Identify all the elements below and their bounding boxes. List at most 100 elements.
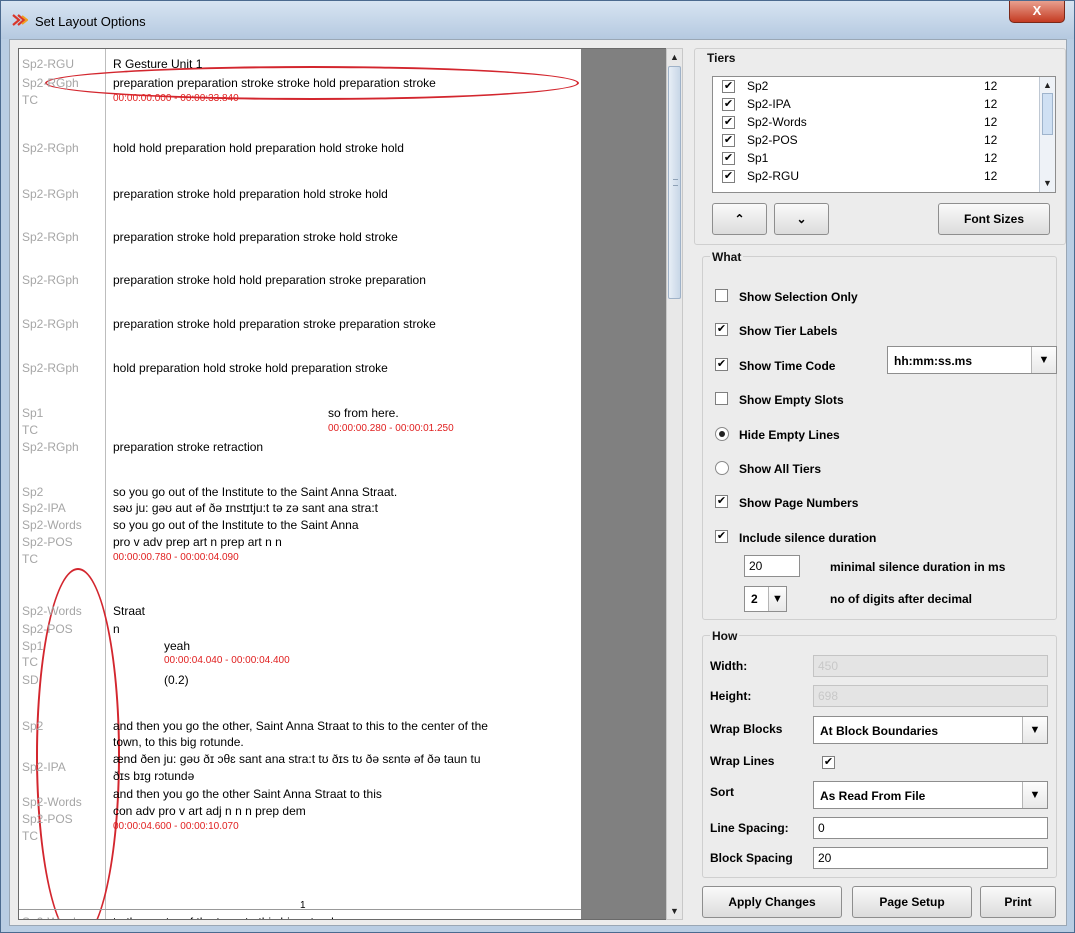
tier-row[interactable]: ✔ Sp2-POS 12 <box>716 132 1038 149</box>
preview-tier-label: Sp2-RGph <box>22 76 79 90</box>
grip-icon <box>673 179 678 186</box>
scroll-up-icon[interactable]: ▲ <box>1040 77 1055 93</box>
tier-row[interactable]: ✔ Sp2-IPA 12 <box>716 96 1038 113</box>
show-empty-slots-label: Show Empty Slots <box>739 393 844 407</box>
show-tier-labels-label: Show Tier Labels <box>739 324 838 338</box>
preview-time-code: 00:00:00.780 - 00:00:04.090 <box>113 552 239 563</box>
scroll-up-icon[interactable]: ▲ <box>667 49 682 65</box>
preview-time-code: 00:00:00.280 - 00:00:01.250 <box>328 423 454 434</box>
show-all-tiers-radio[interactable] <box>715 461 729 475</box>
preview-annotation-text: preparation preparation stroke stroke ho… <box>113 76 436 90</box>
tier-checkbox[interactable]: ✔ <box>722 134 735 147</box>
tier-name: Sp2-RGU <box>747 169 800 183</box>
wrap-lines-checkbox[interactable]: ✔ <box>822 756 835 769</box>
preview-tier-label: Sp2-RGU <box>22 57 75 71</box>
scroll-thumb[interactable] <box>1042 93 1053 135</box>
tier-name: Sp2-Words <box>747 115 807 129</box>
move-tier-up-button[interactable]: ⌃ <box>712 203 767 235</box>
sort-label: Sort <box>710 785 734 799</box>
time-format-select[interactable]: hh:mm:ss.ms ▼ <box>887 346 1057 374</box>
wrap-blocks-select[interactable]: At Block Boundaries ▼ <box>813 716 1048 744</box>
chevron-down-icon[interactable]: ▼ <box>768 587 786 611</box>
preview-tier-label: TC <box>22 829 38 843</box>
tier-row[interactable]: ✔ Sp2-RGU 12 <box>716 168 1038 185</box>
layout-preview[interactable]: 1 Sp2-RGU Sp2-RGph TC Sp2-RGph Sp2-RGph Sp2-R… <box>18 48 673 920</box>
tier-checkbox[interactable]: ✔ <box>722 170 735 183</box>
how-title: How <box>710 629 740 643</box>
show-page-numbers-checkbox[interactable]: ✔ <box>715 495 728 508</box>
chevron-down-icon[interactable]: ▼ <box>1022 717 1047 743</box>
show-tier-labels-checkbox[interactable]: ✔ <box>715 323 728 336</box>
preview-tier-label: Sp2-RGph <box>22 440 79 454</box>
sort-select[interactable]: As Read From File ▼ <box>813 781 1048 809</box>
page-number: 1 <box>300 900 306 911</box>
preview-annotation-text: so from here. <box>328 406 399 420</box>
scroll-down-icon[interactable]: ▼ <box>1040 175 1055 191</box>
move-tier-down-button[interactable]: ⌄ <box>774 203 829 235</box>
tier-row[interactable]: ✔ Sp2-Words 12 <box>716 114 1038 131</box>
preview-tier-label: SD <box>22 673 39 687</box>
time-format-value: hh:mm:ss.ms <box>894 354 973 368</box>
tier-row[interactable]: ✔ Sp1 12 <box>716 150 1038 167</box>
preview-annotation-text: pro v adv prep art n prep art n n <box>113 535 282 549</box>
tier-checkbox[interactable]: ✔ <box>722 98 735 111</box>
preview-annotation-text: preparation stroke hold preparation stro… <box>113 230 398 244</box>
preview-tier-label: Sp2-RGph <box>22 317 79 331</box>
block-spacing-input[interactable]: 20 <box>813 847 1048 869</box>
line-spacing-input[interactable]: 0 <box>813 817 1048 839</box>
preview-annotation-text: səʊ ju: ɡəʊ aut əf ðə ɪnstɪtju:t tə zə s… <box>113 501 378 515</box>
page-setup-button[interactable]: Page Setup <box>852 886 972 918</box>
digits-select[interactable]: 2 ▼ <box>744 586 787 612</box>
include-silence-checkbox[interactable]: ✔ <box>715 530 728 543</box>
preview-annotation-text: preparation stroke hold hold preparation… <box>113 273 426 287</box>
preview-annotation-text: hold hold preparation hold preparation h… <box>113 141 404 155</box>
tier-font-size: 12 <box>984 79 998 93</box>
chevron-down-icon[interactable]: ▼ <box>1031 347 1056 373</box>
chevron-down-icon[interactable]: ▼ <box>1022 782 1047 808</box>
print-button[interactable]: Print <box>980 886 1056 918</box>
tier-checkbox[interactable]: ✔ <box>722 80 735 93</box>
show-page-numbers-label: Show Page Numbers <box>739 496 859 510</box>
preview-tier-label: TC <box>22 655 38 669</box>
silence-duration-input[interactable]: 20 <box>744 555 800 577</box>
hide-empty-lines-label: Hide Empty Lines <box>739 428 840 442</box>
font-sizes-button[interactable]: Font Sizes <box>938 203 1050 235</box>
close-button[interactable]: X <box>1009 1 1065 23</box>
preview-annotation-text: con adv pro v art adj n n n prep dem <box>113 804 306 818</box>
height-input[interactable]: 698 <box>813 685 1048 707</box>
tier-checkbox[interactable]: ✔ <box>722 116 735 129</box>
show-time-code-checkbox[interactable]: ✔ <box>715 358 728 371</box>
preview-tier-label: Sp2-POS <box>22 535 73 549</box>
preview-tier-label: Sp2 <box>22 719 44 733</box>
preview-tier-label: Sp2-POS <box>22 812 73 826</box>
show-selection-only-checkbox[interactable] <box>715 289 728 302</box>
preview-annotation-text: town, to this big rotunde. <box>113 735 244 749</box>
scroll-down-icon[interactable]: ▼ <box>667 903 682 919</box>
show-empty-slots-checkbox[interactable] <box>715 392 728 405</box>
width-input[interactable]: 450 <box>813 655 1048 677</box>
tier-name: Sp1 <box>747 151 769 165</box>
hide-empty-lines-radio[interactable] <box>715 427 729 441</box>
preview-tier-label: Sp2-RGph <box>22 187 79 201</box>
tier-checkbox[interactable]: ✔ <box>722 152 735 165</box>
line-spacing-label: Line Spacing: <box>710 821 789 835</box>
scroll-thumb[interactable] <box>668 66 681 299</box>
preview-scrollbar[interactable]: ▲ ▼ <box>666 48 683 920</box>
include-silence-label: Include silence duration <box>739 531 877 545</box>
tier-font-size: 12 <box>984 133 998 147</box>
app-icon <box>12 14 28 26</box>
wrap-lines-label: Wrap Lines <box>710 754 775 768</box>
show-time-code-label: Show Time Code <box>739 359 836 373</box>
title-bar[interactable]: Set Layout Options X <box>1 1 1074 39</box>
preview-tier-label: TC <box>22 423 38 437</box>
tier-list[interactable]: ✔ Sp2 12 ✔ Sp2-IPA 12 ✔ Sp2-Words 12 ✔ S… <box>712 76 1056 193</box>
silence-duration-label: minimal silence duration in ms <box>830 560 1006 574</box>
apply-changes-button[interactable]: Apply Changes <box>702 886 842 918</box>
tier-name: Sp2 <box>747 79 769 93</box>
tier-row[interactable]: ✔ Sp2 12 <box>716 78 1038 95</box>
preview-tier-label: Sp2-POS <box>22 622 73 636</box>
dialog-body: 1 Sp2-RGU Sp2-RGph TC Sp2-RGph Sp2-RGph Sp2-R… <box>9 39 1067 926</box>
tier-list-scrollbar[interactable]: ▲ ▼ <box>1039 77 1055 192</box>
annotation-ellipse-left <box>36 568 120 919</box>
preview-page: 1 Sp2-RGU Sp2-RGph TC Sp2-RGph Sp2-RGph Sp2-R… <box>19 49 581 919</box>
